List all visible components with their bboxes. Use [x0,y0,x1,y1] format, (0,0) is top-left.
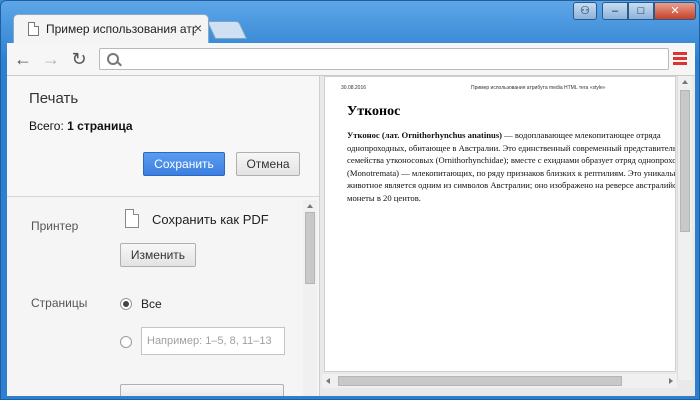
print-panel-header: Печать Всего: 1 страница Сохранить Отмен… [7,76,319,197]
page-count-prefix: Всего: [29,119,68,133]
pages-range-radio[interactable] [120,336,132,348]
preview-page: 30.08.2016 Пример использования атрибута… [324,76,676,372]
preview-line-1-rest: — водоплавающее млекопитающее отряда [502,130,661,140]
more-settings-button[interactable] [120,384,284,396]
pdf-file-icon [125,209,139,228]
scroll-up-arrow-icon[interactable] [682,80,688,84]
pages-label: Страницы [31,296,88,310]
pages-all-label[interactable]: Все [141,297,162,311]
reload-icon[interactable]: ↻ [69,49,89,69]
printer-name: Сохранить как PDF [152,212,269,227]
scroll-up-arrow-icon[interactable] [307,204,313,208]
new-tab-button[interactable] [206,21,248,39]
preview-line-4: (Monotremata) — млекопитающих, по ряду п… [347,167,676,178]
printer-label: Принтер [31,219,79,233]
preview-line-6: монеты в 20 центов. [347,192,421,203]
preview-vertical-scrollbar[interactable] [677,76,692,380]
print-title: Печать [29,90,79,107]
search-icon [107,53,119,65]
preview-header: Пример использования атрибута media HTML… [471,85,606,91]
close-tab-icon[interactable]: × [194,21,202,35]
forward-arrow-icon[interactable]: → [41,49,61,69]
preview-line-2: однопроходных, обитающее в Австралии. Эт… [347,142,676,153]
scrollbar-thumb[interactable] [680,90,690,232]
scrollbar-thumb[interactable] [338,376,622,386]
close-window-button[interactable]: ✕ [654,2,696,20]
pages-all-radio[interactable] [120,298,132,310]
tab-title: Пример использования атрибута media HTML… [46,22,196,36]
preview-line-5: животное является одним из символов Авст… [347,180,676,191]
preview-line-1: Утконос (лат. Ornithorhynchus anatinus) … [347,129,675,142]
back-arrow-icon[interactable]: ← [13,49,33,69]
preview-bold-text: Утконос (лат. Ornithorhynchus anatinus) [347,130,503,140]
browser-toolbar: ← → ↻ [7,43,695,76]
page-content: Печать Всего: 1 страница Сохранить Отмен… [7,76,695,396]
preview-horizontal-scrollbar[interactable] [322,374,677,388]
maximize-button[interactable]: □ [628,2,654,20]
preview-date: 30.08.2016 [341,85,367,91]
browser-tab[interactable]: Пример использования атрибута media HTML… [13,14,209,44]
minimize-button[interactable]: – [602,2,628,20]
scroll-left-arrow-icon[interactable] [326,378,330,384]
page-icon [28,22,39,36]
address-bar[interactable] [99,48,669,70]
scroll-right-arrow-icon[interactable] [669,378,673,384]
preview-paragraph: Утконос (лат. Ornithorhynchus anatinus) … [347,129,676,205]
preview-heading: Утконос [347,104,401,119]
save-button[interactable]: Сохранить [143,152,225,176]
print-preview-area: 30.08.2016 Пример использования атрибута… [320,76,695,396]
user-icon[interactable]: ⚇ [573,2,597,20]
cancel-button[interactable]: Отмена [236,152,300,176]
change-printer-button[interactable]: Изменить [120,243,196,267]
page-count: Всего: 1 страница [29,119,133,133]
page-count-value: 1 страница [67,119,133,133]
pages-range-input[interactable] [141,327,285,355]
preview-line-3: семейства утконосовых (Ornithorhynchidae… [347,155,676,166]
settings-scrollbar[interactable] [303,200,317,396]
scrollbar-thumb[interactable] [305,212,315,284]
print-settings-panel: Печать Всего: 1 страница Сохранить Отмен… [7,76,320,396]
browser-window: Пример использования атрибута media HTML… [0,0,700,400]
menu-icon[interactable] [673,52,687,66]
